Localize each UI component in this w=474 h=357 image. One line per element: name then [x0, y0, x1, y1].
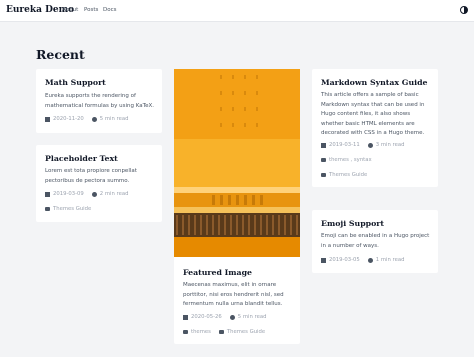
calendar-icon — [321, 142, 326, 148]
card-date: 2019-03-11 — [329, 142, 360, 148]
list-icon — [218, 330, 224, 334]
category-link[interactable]: Themes Guide — [329, 172, 367, 178]
card-title[interactable]: Math Support — [45, 78, 106, 87]
card-tags: themes , syntax — [321, 157, 372, 163]
clock-icon — [91, 191, 97, 197]
clock-icon — [91, 116, 97, 122]
calendar-icon — [45, 191, 50, 197]
card-date: 2020-11-20 — [53, 116, 84, 122]
card-date: 2019-03-09 — [53, 191, 84, 197]
nav-link-posts[interactable]: Posts — [84, 7, 98, 13]
post-card-emoji-support[interactable]: Emoji Support Emoji can be enabled in a … — [312, 210, 438, 273]
post-card-featured-image[interactable]: Featured Image Maecenas maximus, elit in… — [174, 69, 300, 344]
card-meta: 2020-11-20 5 min read — [45, 116, 128, 122]
navbar: Eureka Demo About Posts Docs — [0, 0, 474, 22]
card-summary: Maecenas maximus, elit in ornare porttit… — [183, 282, 284, 307]
folder-icon — [45, 207, 50, 211]
card-date: 2019-03-05 — [329, 257, 360, 263]
category-link[interactable]: Themes Guide — [227, 329, 265, 335]
calendar-icon — [183, 314, 188, 320]
list-icon — [321, 173, 326, 177]
card-meta: 2019-03-09 2 min read — [45, 191, 128, 197]
card-title[interactable]: Emoji Support — [321, 219, 384, 228]
tag-link[interactable]: themes — [191, 329, 211, 335]
card-categories: Themes Guide — [45, 206, 91, 212]
card-title[interactable]: Placeholder Text — [45, 154, 118, 163]
card-meta: 2019-03-11 3 min read — [321, 142, 404, 148]
card-summary: Eureka supports the rendering of mathema… — [45, 93, 154, 109]
calendar-icon — [321, 257, 326, 263]
post-card-placeholder-text[interactable]: Placeholder Text Lorem est tota propiore… — [36, 145, 162, 222]
clock-icon — [229, 314, 235, 320]
nav-link-about[interactable]: About — [62, 7, 78, 13]
section-title: Recent — [36, 47, 85, 62]
card-summary: Emoji can be enabled in a Hugo project i… — [321, 233, 430, 249]
card-read-time: 1 min read — [375, 257, 405, 263]
nav-link-docs[interactable]: Docs — [103, 7, 117, 13]
calendar-icon — [45, 116, 50, 122]
folder-icon — [183, 330, 188, 334]
card-read-time: 3 min read — [375, 142, 405, 148]
card-title[interactable]: Markdown Syntax Guide — [321, 78, 428, 87]
card-read-time: 5 min read — [99, 116, 129, 122]
card-meta: 2020-05-26 5 min read — [183, 314, 266, 320]
card-summary: Lorem est tota propiore conpellat pector… — [45, 168, 137, 184]
card-taxonomy: themes Themes Guide — [183, 329, 265, 335]
post-card-markdown-syntax-guide[interactable]: Markdown Syntax Guide This article offer… — [312, 69, 438, 187]
card-meta: 2019-03-05 1 min read — [321, 257, 404, 263]
clock-icon — [367, 142, 373, 148]
tag-link[interactable]: themes , syntax — [329, 157, 372, 163]
card-read-time: 2 min read — [99, 191, 129, 197]
card-categories: Themes Guide — [321, 172, 367, 178]
folder-icon — [321, 158, 326, 162]
featured-image[interactable] — [174, 69, 300, 257]
clock-icon — [367, 257, 373, 263]
card-date: 2020-05-26 — [191, 314, 222, 320]
post-card-math-support[interactable]: Math Support Eureka supports the renderi… — [36, 69, 162, 133]
theme-toggle-icon[interactable] — [460, 6, 468, 14]
category-link[interactable]: Themes Guide — [53, 206, 91, 212]
card-title[interactable]: Featured Image — [183, 268, 252, 277]
card-summary: This article offers a sample of basic Ma… — [321, 92, 425, 136]
card-read-time: 5 min read — [237, 314, 267, 320]
